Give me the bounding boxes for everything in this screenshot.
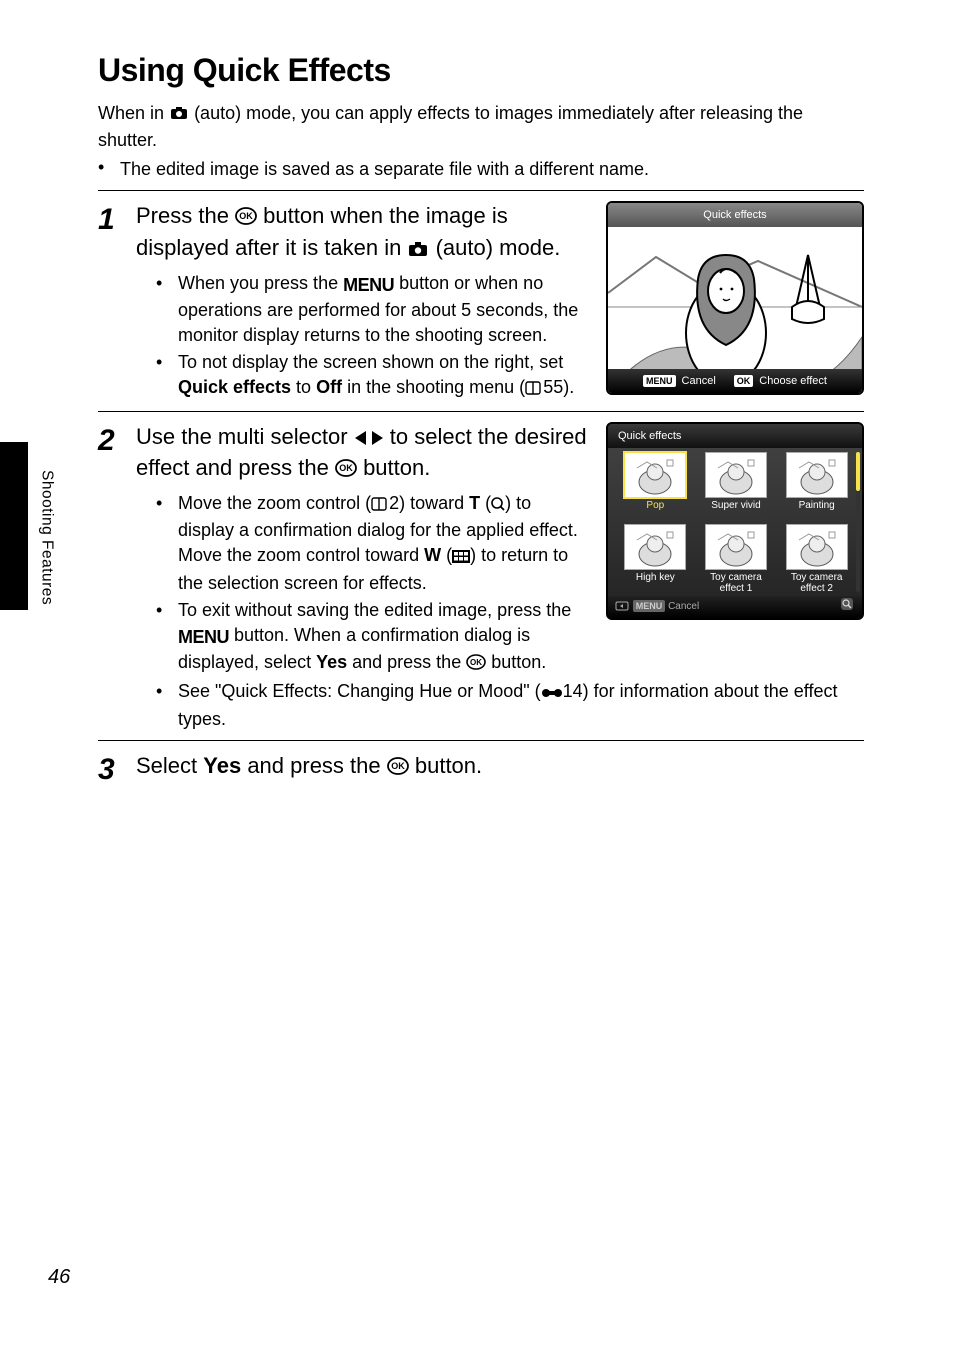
ok-button-icon: OK: [387, 753, 409, 783]
intro-text-a: When in: [98, 103, 169, 123]
thumb-toy-camera-1[interactable]: Toy camera effect 1: [697, 524, 776, 595]
intro-bullet-text: The edited image is saved as a separate …: [120, 157, 864, 182]
step-number: 2: [98, 422, 136, 734]
step1-bullet-1: • When you press the MENU button or when…: [156, 271, 592, 349]
link-ref-icon: [541, 681, 563, 706]
page-ref-icon: [525, 377, 543, 402]
page-ref-icon: [371, 493, 389, 518]
screenshot-2: Quick effects Pop Super vivid Paintin: [606, 422, 864, 620]
magnify-icon: [840, 597, 854, 616]
step2-bullet-1: • Move the zoom control (2) toward T () …: [156, 491, 592, 596]
thumb-super-vivid[interactable]: Super vivid: [697, 452, 776, 522]
shot1-cancel: Cancel: [682, 374, 716, 389]
menu-text-icon: MENU: [178, 625, 229, 650]
svg-text:OK: OK: [470, 658, 482, 667]
divider: [98, 740, 864, 741]
thumb-painting[interactable]: Painting: [777, 452, 856, 522]
shot2-cancel: Cancel: [668, 601, 699, 612]
shot1-footer: MENU Cancel OK Choose effect: [608, 369, 862, 393]
step2-bullet-2: • To exit without saving the edited imag…: [156, 598, 592, 678]
menu-chip: MENU: [643, 375, 676, 387]
bullet-dot: •: [98, 157, 120, 182]
left-right-arrow-icon: [354, 424, 384, 454]
thumb-pop[interactable]: Pop: [616, 452, 695, 522]
menu-chip: MENU: [633, 600, 666, 612]
thumb-high-key[interactable]: High key: [616, 524, 695, 595]
ok-button-icon: OK: [466, 652, 486, 677]
step-number: 3: [98, 751, 136, 789]
camera-icon: [169, 103, 189, 128]
divider: [98, 190, 864, 191]
intro-text-b: (auto) mode, you can apply effects to im…: [98, 103, 803, 150]
intro-paragraph: When in (auto) mode, you can apply effec…: [98, 101, 864, 153]
svg-text:OK: OK: [239, 211, 253, 221]
shot1-title: Quick effects: [608, 203, 862, 227]
menu-text-icon: MENU: [343, 273, 394, 298]
ok-button-icon: OK: [335, 455, 357, 485]
page-number: 46: [48, 1263, 70, 1291]
camera-icon: [407, 235, 429, 265]
shot2-title: Quick effects: [608, 424, 862, 448]
step2-bullet-3: • See "Quick Effects: Changing Hue or Mo…: [156, 679, 864, 731]
step1-bullet-2: • To not display the screen shown on the…: [156, 350, 592, 402]
svg-text:OK: OK: [391, 761, 405, 771]
intro-bullet: • The edited image is saved as a separat…: [98, 157, 864, 182]
shot2-thumb-grid: Pop Super vivid Painting High key: [616, 452, 856, 592]
ok-button-icon: OK: [235, 203, 257, 233]
shot1-ok: Choose effect: [759, 374, 827, 389]
step-2: 2 Quick effects Pop Super vivid: [98, 422, 864, 734]
screenshot-1: Quick effects: [606, 201, 864, 395]
shot2-footer: MENU Cancel: [608, 596, 862, 618]
page-content: Using Quick Effects When in (auto) mode,…: [0, 0, 954, 1345]
magnify-icon: [491, 493, 505, 518]
page-title: Using Quick Effects: [98, 48, 864, 93]
step-1: 1 Quick effects: [98, 201, 864, 404]
svg-text:OK: OK: [339, 463, 353, 473]
divider: [98, 411, 864, 412]
shot2-scrollbar[interactable]: [856, 452, 860, 592]
step-3: 3 Select Yes and press the OK button.: [98, 751, 864, 789]
ok-chip: OK: [734, 375, 754, 387]
thumbnail-grid-icon: [452, 545, 470, 570]
back-icon: [616, 601, 630, 611]
step3-heading: Select Yes and press the OK button.: [136, 751, 864, 783]
step-number: 1: [98, 201, 136, 404]
thumb-toy-camera-2[interactable]: Toy camera effect 2: [777, 524, 856, 595]
